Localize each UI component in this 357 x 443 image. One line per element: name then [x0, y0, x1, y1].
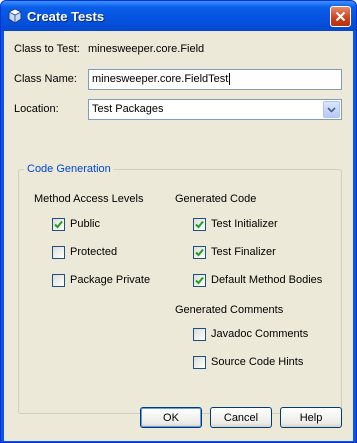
check-icon — [195, 248, 204, 257]
text-caret — [229, 73, 231, 86]
close-icon — [335, 11, 346, 22]
protected-checkbox[interactable] — [52, 246, 65, 259]
test-initializer-label: Test Initializer — [211, 218, 278, 230]
generated-comments-heading: Generated Comments — [175, 304, 284, 316]
check-icon — [195, 276, 204, 285]
public-checkbox[interactable] — [52, 218, 65, 231]
cancel-button[interactable]: Cancel — [210, 407, 272, 428]
location-label: Location: — [14, 103, 59, 115]
chevron-down-icon — [327, 106, 336, 113]
test-initializer-checkbox[interactable] — [193, 218, 206, 231]
window-title: Create Tests — [27, 9, 105, 24]
location-select[interactable]: Test Packages — [88, 99, 342, 120]
package-private-checkbox[interactable] — [52, 274, 65, 287]
title-bar[interactable]: Create Tests — [1, 1, 356, 31]
default-method-bodies-checkbox[interactable] — [193, 274, 206, 287]
code-generation-title: Code Generation — [24, 163, 114, 175]
protected-label: Protected — [70, 246, 118, 258]
help-button[interactable]: Help — [280, 407, 342, 428]
class-to-test-label: Class to Test: — [14, 43, 80, 55]
class-name-label: Class Name: — [14, 73, 77, 85]
test-finalizer-checkbox[interactable] — [193, 246, 206, 259]
close-button[interactable] — [330, 6, 351, 27]
class-to-test-value: minesweeper.core.Field — [88, 43, 205, 55]
test-finalizer-label: Test Finalizer — [211, 246, 276, 258]
package-private-label: Package Private — [70, 274, 151, 286]
method-access-levels-heading: Method Access Levels — [34, 193, 144, 205]
public-label: Public — [70, 218, 100, 230]
ok-button[interactable]: OK — [140, 407, 202, 428]
create-tests-dialog: Create Tests Class to Test: minesweeper.… — [0, 0, 357, 443]
default-method-bodies-label: Default Method Bodies — [211, 274, 323, 286]
source-code-hints-label: Source Code Hints — [211, 356, 304, 368]
dropdown-button[interactable] — [323, 101, 340, 118]
javadoc-comments-label: Javadoc Comments — [211, 328, 309, 340]
class-name-value: minesweeper.core.FieldTest — [92, 73, 229, 85]
dialog-body: Class to Test: minesweeper.core.Field Cl… — [4, 31, 353, 441]
check-icon — [195, 220, 204, 229]
code-generation-group — [18, 169, 342, 414]
check-icon — [54, 220, 63, 229]
location-value: Test Packages — [92, 103, 164, 115]
source-code-hints-checkbox[interactable] — [193, 356, 206, 369]
javadoc-comments-checkbox[interactable] — [193, 328, 206, 341]
generated-code-heading: Generated Code — [175, 193, 257, 205]
class-name-input[interactable]: minesweeper.core.FieldTest — [88, 69, 342, 90]
app-icon — [7, 8, 23, 24]
